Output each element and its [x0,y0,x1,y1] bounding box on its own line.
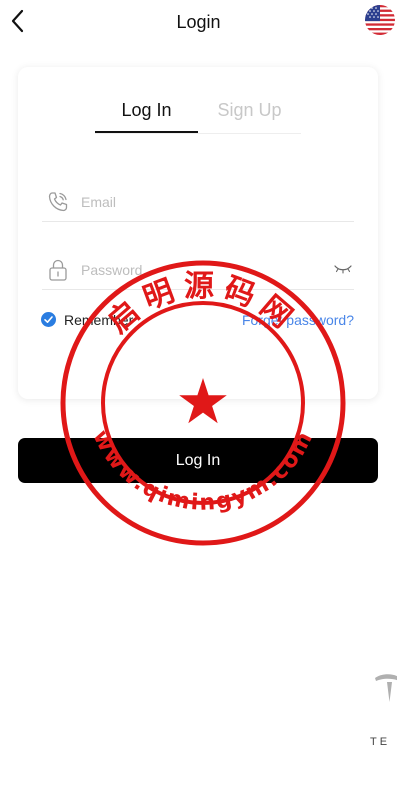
phone-icon [48,192,68,212]
brand-wordmark: TE [370,736,391,748]
watermark-bottom-text: www.qimingym.com [87,426,318,516]
us-flag-icon [365,5,395,35]
checkbox-checked-icon [41,312,56,327]
star-icon [179,378,227,424]
language-switcher[interactable] [365,5,395,35]
brand-logo-icon [375,674,397,702]
email-field [42,181,354,222]
watermark-stamp: 启明源码网 www.qimingym.com [60,260,346,546]
tab-login[interactable]: Log In [95,97,198,133]
email-input[interactable] [81,191,321,213]
header: Login [0,0,397,46]
auth-tabs: Log In Sign Up [95,97,301,134]
tab-signup[interactable]: Sign Up [198,97,301,131]
page-title: Login [176,12,221,32]
